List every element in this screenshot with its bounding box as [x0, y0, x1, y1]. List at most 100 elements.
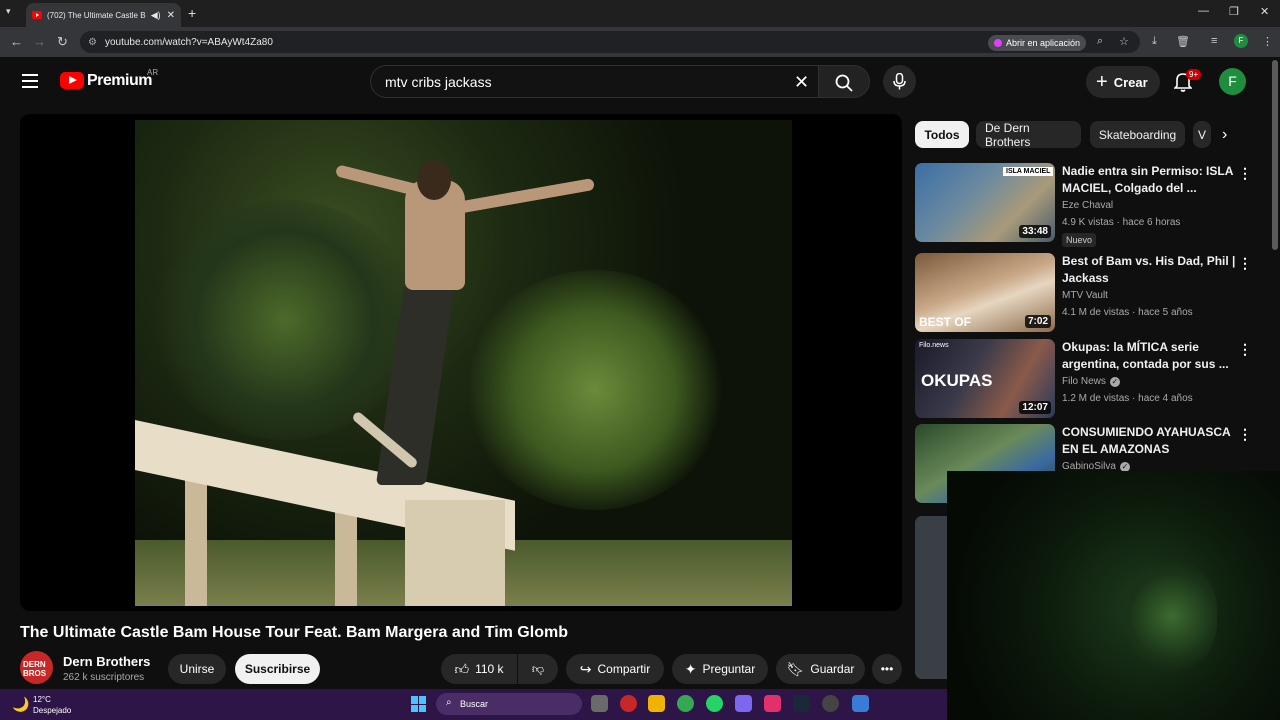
region-code: AR — [147, 68, 159, 77]
site-info-icon[interactable]: ⚙ — [88, 37, 97, 48]
app-icon[interactable] — [620, 695, 637, 712]
webcam-face — [1127, 561, 1217, 671]
sparkle-icon: ✦ — [684, 660, 697, 677]
thumbnail-label: ISLA MACIEL — [1003, 167, 1054, 176]
recommendation-title[interactable]: Best of Bam vs. His Dad, Phil | Jackass — [1062, 253, 1240, 287]
list-item[interactable]: Filo.news OKUPAS 12:07 Okupas: la MÍTICA… — [915, 339, 1255, 419]
clear-search-icon[interactable]: ✕ — [794, 72, 809, 93]
more-actions-button[interactable]: ••• — [872, 654, 902, 684]
fence-block — [405, 500, 505, 606]
bookmark-star-icon[interactable]: ☆ — [1119, 35, 1129, 48]
dislike-button[interactable]: 👎︎ — [518, 654, 558, 684]
moon-icon[interactable]: 🌙 — [12, 696, 29, 713]
tab-search-icon[interactable]: ▾ — [6, 6, 11, 17]
chip-dern-brothers[interactable]: De Dern Brothers — [976, 121, 1081, 149]
zoom-icon[interactable]: ⌕ — [1097, 35, 1103, 48]
temperature: 12°C — [33, 695, 51, 704]
forward-icon[interactable]: → — [33, 34, 46, 49]
voice-search-button[interactable] — [883, 65, 916, 98]
join-button[interactable]: Unirse — [168, 654, 226, 684]
open-in-app-button[interactable]: Abrir en aplicación — [988, 35, 1087, 51]
video-thumbnail[interactable]: BEST OF 7:02 — [915, 253, 1055, 332]
address-bar[interactable]: ⚙ youtube.com/watch?v=ABAyWt4Za80 — [80, 31, 1140, 53]
kebab-menu-icon[interactable]: ⋮ — [1238, 255, 1252, 272]
browser-tab[interactable]: (702) The Ultimate Castle B ◀) ✕ — [26, 3, 181, 27]
kebab-menu-icon[interactable]: ⋮ — [1238, 341, 1252, 358]
menu-icon[interactable] — [22, 74, 38, 88]
search-button[interactable] — [818, 65, 870, 98]
list-item[interactable]: BEST OF 7:02 Best of Bam vs. His Dad, Ph… — [915, 253, 1255, 333]
share-button[interactable]: ↪ Compartir — [566, 654, 664, 684]
channel-avatar[interactable]: DERN BROS — [20, 651, 53, 684]
trash-icon[interactable]: 🗑 — [1176, 35, 1190, 48]
url-text: youtube.com/watch?v=ABAyWt4Za80 — [104, 36, 273, 48]
recommendation-channel[interactable]: MTV Vault — [1062, 290, 1108, 301]
video-frame[interactable] — [135, 120, 792, 606]
chip-more[interactable]: V — [1193, 121, 1211, 148]
notifications-count-badge: 9+ — [1186, 69, 1202, 80]
video-title: The Ultimate Castle Bam House Tour Feat.… — [20, 624, 568, 641]
recommendation-channel[interactable]: Eze Chaval — [1062, 200, 1113, 211]
youtube-logo-icon[interactable] — [60, 72, 84, 89]
thumbnail-label: BEST OF — [919, 315, 972, 329]
copilot-icon[interactable] — [735, 695, 752, 712]
video-duration: 12:07 — [1019, 401, 1051, 414]
recommendation-title[interactable]: CONSUMIENDO AYAHUASCA EN EL AMAZONAS — [1062, 424, 1240, 458]
logo-text[interactable]: Premium — [87, 72, 152, 90]
file-explorer-icon[interactable] — [648, 695, 665, 712]
media-controls-icon[interactable]: ≡ — [1211, 35, 1217, 47]
app-icon[interactable] — [852, 695, 869, 712]
chevron-right-icon[interactable]: › — [1222, 126, 1227, 144]
new-badge: Nuevo — [1062, 233, 1097, 247]
video-foliage — [465, 270, 725, 510]
video-thumbnail[interactable] — [915, 516, 947, 679]
recommendation-title[interactable]: Okupas: la MÍTICA serie argentina, conta… — [1062, 339, 1240, 373]
like-button[interactable]: 👍︎ 110 k — [441, 654, 517, 684]
weather-widget[interactable]: 12°C Despejado — [33, 694, 71, 716]
chip-skateboarding[interactable]: Skateboarding — [1090, 121, 1185, 148]
app-icon — [994, 39, 1002, 47]
recommendation-channel[interactable]: Filo News ✓ — [1062, 376, 1120, 387]
recommendation-title[interactable]: Nadie entra sin Permiso: ISLA MACIEL, Co… — [1062, 163, 1240, 197]
new-tab-button[interactable]: + — [188, 5, 196, 21]
obs-icon[interactable] — [822, 695, 839, 712]
tab-close-icon[interactable]: ✕ — [167, 10, 175, 21]
chip-todos[interactable]: Todos — [915, 121, 969, 148]
browser-profile-avatar[interactable]: F — [1234, 34, 1248, 48]
kebab-menu-icon[interactable]: ⋮ — [1238, 165, 1252, 182]
taskbar-search-placeholder: Buscar — [460, 699, 489, 709]
chrome-icon[interactable] — [677, 695, 694, 712]
kebab-menu-icon[interactable]: ⋮ — [1238, 426, 1252, 443]
list-item[interactable]: ISLA MACIEL 33:48 Nadie entra sin Permis… — [915, 163, 1255, 247]
whatsapp-icon[interactable] — [706, 695, 723, 712]
windows-start-icon[interactable] — [411, 696, 427, 712]
recommendation-meta: 1.2 M de vistas · hace 4 años — [1062, 393, 1193, 404]
reload-icon[interactable]: ↻ — [57, 34, 68, 50]
speaker-icon[interactable]: ◀) — [151, 10, 161, 21]
minimize-icon[interactable]: — — [1198, 5, 1209, 17]
video-thumbnail[interactable]: Filo.news OKUPAS 12:07 — [915, 339, 1055, 418]
search-input[interactable]: mtv cribs jackass — [370, 65, 818, 98]
browser-menu-icon[interactable]: ⋮ — [1262, 35, 1273, 48]
download-icon[interactable]: ⤓ — [1152, 35, 1157, 48]
close-window-icon[interactable]: ✕ — [1260, 5, 1269, 18]
create-button[interactable]: + Crear — [1086, 66, 1160, 98]
task-view-icon[interactable] — [591, 695, 608, 712]
restore-icon[interactable]: ❐ — [1229, 5, 1239, 18]
thumbnail-sublabel: Filo.news — [919, 342, 949, 349]
ask-button[interactable]: ✦ Preguntar — [672, 654, 768, 684]
video-thumbnail[interactable]: ISLA MACIEL 33:48 — [915, 163, 1055, 242]
back-icon[interactable]: ← — [10, 34, 23, 49]
subscribe-button[interactable]: Suscribirse — [235, 654, 320, 684]
instagram-icon[interactable] — [764, 695, 781, 712]
account-avatar[interactable]: F — [1219, 68, 1246, 95]
video-player[interactable] — [20, 114, 902, 611]
taskbar-search[interactable]: Buscar — [436, 693, 582, 715]
save-button[interactable]: 🔖︎ Guardar — [776, 654, 865, 684]
webcam-overlay — [947, 471, 1280, 720]
steam-icon[interactable] — [793, 695, 810, 712]
page-scrollbar[interactable] — [1272, 60, 1278, 250]
channel-name[interactable]: Dern Brothers — [63, 654, 150, 669]
more-icon: ••• — [880, 662, 894, 676]
search-icon: ⌕ — [446, 697, 452, 708]
